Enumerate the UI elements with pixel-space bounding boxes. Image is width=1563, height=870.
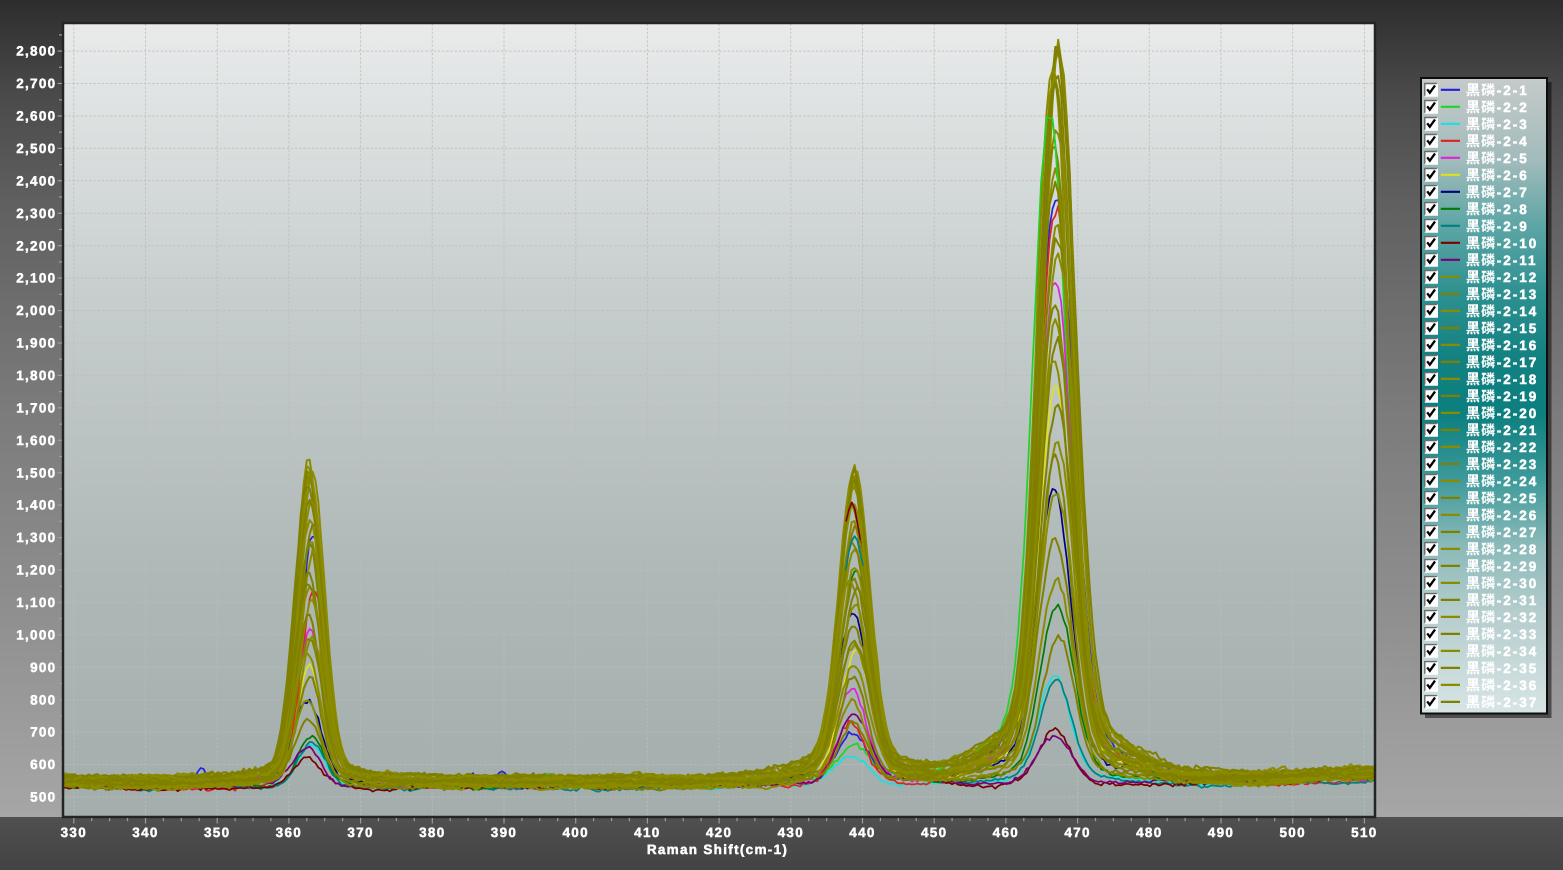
- svg-text:-2-28: -2-28: [1497, 542, 1539, 557]
- svg-text:-2-13: -2-13: [1497, 287, 1539, 302]
- svg-text:490: 490: [1208, 825, 1234, 840]
- svg-text:-2-5: -2-5: [1497, 151, 1529, 166]
- svg-text:-2-34: -2-34: [1497, 644, 1539, 659]
- svg-text:-2-11: -2-11: [1497, 253, 1538, 268]
- svg-text:2,500: 2,500: [16, 141, 56, 156]
- svg-text:-2-36: -2-36: [1497, 678, 1539, 693]
- svg-text:-2-8: -2-8: [1497, 202, 1529, 217]
- svg-text:2,800: 2,800: [16, 44, 56, 59]
- svg-text:-2-31: -2-31: [1497, 593, 1539, 608]
- svg-text:420: 420: [706, 825, 732, 840]
- svg-text:-2-4: -2-4: [1497, 134, 1529, 149]
- svg-text:470: 470: [1064, 825, 1090, 840]
- svg-text:-2-9: -2-9: [1497, 219, 1529, 234]
- svg-text:500: 500: [30, 790, 56, 805]
- svg-text:440: 440: [849, 825, 875, 840]
- svg-text:500: 500: [1279, 825, 1305, 840]
- svg-text:330: 330: [61, 825, 87, 840]
- svg-text:-2-27: -2-27: [1497, 525, 1539, 540]
- svg-text:-2-32: -2-32: [1497, 610, 1539, 625]
- svg-text:-2-23: -2-23: [1497, 457, 1539, 472]
- svg-text:480: 480: [1136, 825, 1162, 840]
- svg-text:1,800: 1,800: [16, 368, 56, 383]
- svg-text:1,500: 1,500: [16, 465, 56, 480]
- svg-text:1,600: 1,600: [16, 433, 56, 448]
- svg-text:2,600: 2,600: [16, 109, 56, 124]
- svg-text:2,300: 2,300: [16, 206, 56, 221]
- svg-text:-2-3: -2-3: [1497, 117, 1529, 132]
- svg-text:-2-14: -2-14: [1497, 304, 1539, 319]
- svg-text:2,700: 2,700: [16, 76, 56, 91]
- svg-text:-2-30: -2-30: [1497, 576, 1539, 591]
- svg-text:370: 370: [347, 825, 373, 840]
- svg-text:600: 600: [30, 757, 56, 772]
- svg-text:-2-7: -2-7: [1497, 185, 1529, 200]
- svg-text:800: 800: [30, 692, 56, 707]
- svg-text:380: 380: [419, 825, 445, 840]
- svg-text:1,100: 1,100: [16, 595, 56, 610]
- svg-text:-2-33: -2-33: [1497, 627, 1539, 642]
- svg-text:510: 510: [1351, 825, 1377, 840]
- svg-text:360: 360: [276, 825, 302, 840]
- svg-text:410: 410: [634, 825, 660, 840]
- svg-text:-2-29: -2-29: [1497, 559, 1539, 574]
- svg-text:-2-12: -2-12: [1497, 270, 1539, 285]
- svg-text:340: 340: [132, 825, 158, 840]
- svg-text:-2-2: -2-2: [1497, 100, 1529, 115]
- svg-text:-2-1: -2-1: [1497, 83, 1529, 98]
- svg-text:-2-6: -2-6: [1497, 168, 1529, 183]
- svg-text:-2-37: -2-37: [1497, 695, 1539, 710]
- svg-text:1,900: 1,900: [16, 336, 56, 351]
- svg-text:-2-20: -2-20: [1497, 406, 1539, 421]
- svg-text:1,000: 1,000: [16, 628, 56, 643]
- svg-text:-2-26: -2-26: [1497, 508, 1539, 523]
- svg-text:-2-15: -2-15: [1497, 321, 1539, 336]
- svg-text:1,300: 1,300: [16, 530, 56, 545]
- svg-text:2,000: 2,000: [16, 303, 56, 318]
- svg-text:-2-21: -2-21: [1497, 423, 1539, 438]
- svg-text:450: 450: [921, 825, 947, 840]
- svg-text:430: 430: [778, 825, 804, 840]
- svg-text:1,400: 1,400: [16, 498, 56, 513]
- svg-text:-2-35: -2-35: [1497, 661, 1539, 676]
- svg-text:-2-22: -2-22: [1497, 440, 1539, 455]
- svg-text:-2-24: -2-24: [1497, 474, 1539, 489]
- svg-text:390: 390: [491, 825, 517, 840]
- svg-text:2,400: 2,400: [16, 173, 56, 188]
- svg-text:-2-16: -2-16: [1497, 338, 1539, 353]
- svg-text:460: 460: [993, 825, 1019, 840]
- svg-text:2,100: 2,100: [16, 271, 56, 286]
- svg-text:1,700: 1,700: [16, 400, 56, 415]
- svg-text:2,200: 2,200: [16, 238, 56, 253]
- svg-text:-2-17: -2-17: [1497, 355, 1539, 370]
- svg-text:-2-18: -2-18: [1497, 372, 1539, 387]
- svg-text:-2-10: -2-10: [1497, 236, 1539, 251]
- svg-text:700: 700: [30, 725, 56, 740]
- svg-text:400: 400: [562, 825, 588, 840]
- svg-text:350: 350: [204, 825, 230, 840]
- svg-text:-2-19: -2-19: [1497, 389, 1539, 404]
- svg-text:Raman Shift(cm-1): Raman Shift(cm-1): [647, 842, 788, 857]
- svg-text:900: 900: [30, 660, 56, 675]
- svg-text:-2-25: -2-25: [1497, 491, 1539, 506]
- svg-text:1,200: 1,200: [16, 563, 56, 578]
